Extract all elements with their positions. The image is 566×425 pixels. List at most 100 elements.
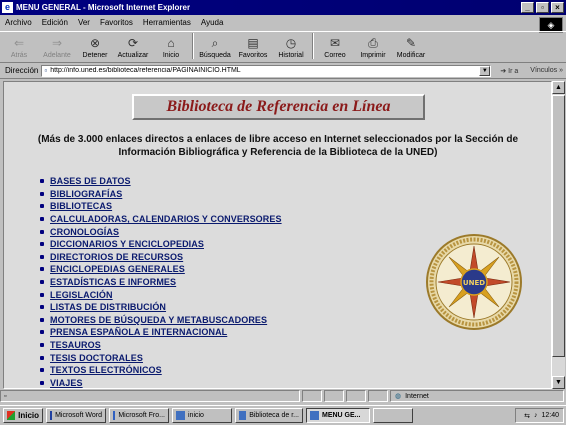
link-prensa[interactable]: PRENSA ESPAÑOLA E INTERNACIONAL [50,327,227,337]
mail-button[interactable]: ✉ Correo [316,35,354,62]
taskbar-item-inicio[interactable]: inicio [172,408,232,423]
back-button[interactable]: ⇐ Atrás [0,35,38,62]
bullet-icon [40,204,44,209]
bullet-icon [40,191,44,196]
search-label: Búsqueda [199,52,231,59]
links-label: Vínculos [530,67,558,74]
link-tesis[interactable]: TESIS DOCTORALES [50,353,143,363]
taskbar-item-label: Biblioteca de r... [249,412,299,419]
ie-page-icon [310,411,319,420]
search-button[interactable]: ⌕ Búsqueda [196,35,234,62]
menu-favoritos[interactable]: Favoritos [95,18,138,27]
address-input[interactable]: ▫ http://info.uned.es/biblioteca/referen… [41,64,492,77]
globe-icon: ◍ [395,393,402,400]
list-item: ENCICLOPEDIAS GENERALES [40,263,282,276]
forward-arrow-icon: ⇒ [51,36,63,50]
link-bibliografias[interactable]: BIBLIOGRAFÍAS [50,189,122,199]
stop-button[interactable]: ⊗ Detener [76,35,114,62]
bullet-icon [40,380,44,385]
links-button[interactable]: Vínculos » [527,67,566,74]
clock[interactable]: 12:40 [541,412,559,419]
list-item: PRENSA ESPAÑOLA E INTERNACIONAL [40,326,282,339]
print-button[interactable]: ⎙ Imprimir [354,35,392,62]
taskbar-item-word[interactable]: Microsoft Word [46,408,106,423]
resource-link-list: BASES DE DATOS BIBLIOGRAFÍAS BIBLIOTECAS… [40,175,282,388]
list-item: TESAUROS [40,339,282,352]
link-bibliotecas[interactable]: BIBLIOTECAS [50,201,112,211]
go-button[interactable]: ➔ Ir a [497,67,521,75]
bullet-icon [40,292,44,297]
link-tesauros[interactable]: TESAUROS [50,340,101,350]
link-viajes[interactable]: VIAJES [50,378,83,388]
bullet-icon [40,280,44,285]
taskbar-item-frontpage[interactable]: Microsoft Fro... [109,408,169,423]
list-item: BIBLIOGRAFÍAS [40,188,282,201]
link-diccionarios[interactable]: DICCIONARIOS Y ENCICLOPEDIAS [50,239,204,249]
link-directorios[interactable]: DIRECTORIOS DE RECURSOS [50,252,183,262]
forward-button[interactable]: ⇒ Adelante [38,35,76,62]
link-textos[interactable]: TEXTOS ELECTRÓNICOS [50,365,162,375]
list-item: DIRECTORIOS DE RECURSOS [40,251,282,264]
go-label: Ir a [508,67,519,75]
link-motores[interactable]: MOTORES DE BÚSQUEDA Y METABUSCADORES [50,315,267,325]
menu-edicion[interactable]: Edición [37,18,73,27]
minimize-button[interactable]: _ [521,2,534,13]
scroll-up-button[interactable]: ▲ [552,81,565,94]
link-enciclopedias[interactable]: ENCICLOPEDIAS GENERALES [50,264,185,274]
status-bar: ▫ ◍ Internet [0,390,566,403]
history-button[interactable]: ◷ Historial [272,35,310,62]
link-estadisticas[interactable]: ESTADÍSTICAS E INFORMES [50,277,176,287]
stop-icon: ⊗ [89,36,101,50]
taskbar-item-biblioteca[interactable]: Biblioteca de r... [235,408,303,423]
bullet-icon [40,179,44,184]
stop-label: Detener [82,52,108,59]
menu-ver[interactable]: Ver [73,18,95,27]
bullet-icon [40,217,44,222]
vertical-scrollbar[interactable]: ▲ ▼ [552,81,565,389]
refresh-button[interactable]: ⟳ Actualizar [114,35,152,62]
link-listas[interactable]: LISTAS DE DISTRIBUCIÓN [50,302,166,312]
list-item: TESIS DOCTORALES [40,351,282,364]
address-dropdown-button[interactable]: ▼ [479,65,491,76]
list-item: TEXTOS ELECTRÓNICOS [40,364,282,377]
ie-page-icon [176,411,185,420]
maximize-button[interactable]: ▫ [536,2,549,13]
address-bar: Dirección ▫ http://info.uned.es/bibliote… [0,63,566,79]
favorites-button[interactable]: ▤ Favoritos [234,35,272,62]
scroll-thumb[interactable] [552,95,565,357]
start-button[interactable]: Inicio [3,408,43,423]
taskbar-item-label: Microsoft Word [55,412,102,419]
refresh-label: Actualizar [117,52,149,59]
link-cronologias[interactable]: CRONOLOGÍAS [50,227,119,237]
link-bases-de-datos[interactable]: BASES DE DATOS [50,176,131,186]
menu-archivo[interactable]: Archivo [0,18,37,27]
network-icon[interactable]: ⇆ [524,412,530,420]
status-main: ▫ [0,390,300,402]
menu-ayuda[interactable]: Ayuda [196,18,229,27]
link-calculadoras[interactable]: CALCULADORAS, CALENDARIOS Y CONVERSORES [50,214,282,224]
toolbar-separator [312,33,314,59]
scroll-down-button[interactable]: ▼ [552,376,565,389]
ie-icon: e [2,2,13,13]
page-title: Biblioteca de Referencia en Línea [166,98,391,115]
start-label: Inicio [18,411,39,420]
link-legislacion[interactable]: LEGISLACIÓN [50,290,113,300]
status-pane [346,390,366,402]
edit-button[interactable]: ✎ Modificar [392,35,430,62]
print-icon: ⎙ [368,36,378,50]
menu-herramientas[interactable]: Herramientas [138,18,196,27]
taskbar-item-menu-general[interactable]: MENU GE... [306,408,370,423]
bullet-icon [40,267,44,272]
seal-text: UNED [463,279,485,287]
home-button[interactable]: ⌂ Inicio [152,35,190,62]
close-button[interactable]: × [551,2,564,13]
taskbar-item-extra[interactable] [373,408,413,423]
history-label: Historial [278,52,304,59]
list-item: DICCIONARIOS Y ENCICLOPEDIAS [40,238,282,251]
volume-icon[interactable]: ♪ [534,412,538,419]
frontpage-icon [113,411,116,420]
page-icon: ▫ [44,66,48,75]
list-item: BIBLIOTECAS [40,200,282,213]
bullet-icon [40,305,44,310]
page-content: Biblioteca de Referencia en Línea (Más d… [3,81,552,389]
